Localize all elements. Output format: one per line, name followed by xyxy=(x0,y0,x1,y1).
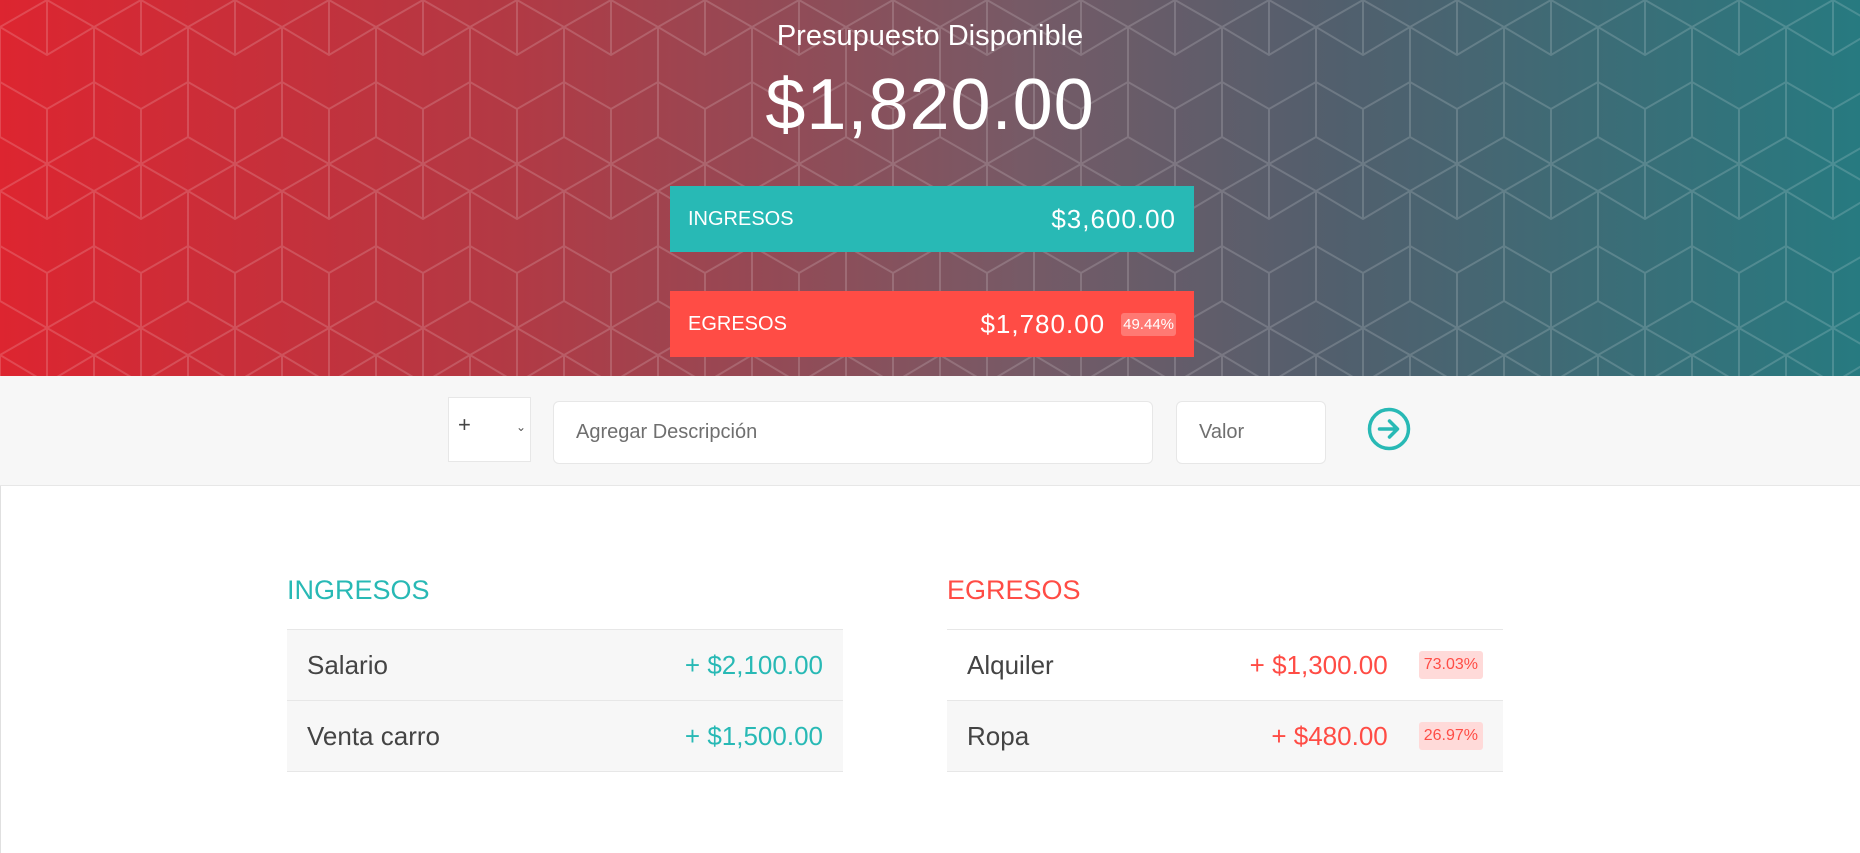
add-item-bar: + ⌄ xyxy=(0,376,1860,486)
expense-list: EGRESOS Alquiler + $1,300.00 73.03% Ropa… xyxy=(947,560,1503,772)
expense-list-item[interactable]: Alquiler + $1,300.00 73.03% xyxy=(947,630,1503,701)
budget-title: Presupuesto Disponible xyxy=(776,20,1084,52)
expense-list-item[interactable]: Ropa + $480.00 26.97% xyxy=(947,701,1503,772)
type-select[interactable]: + ⌄ xyxy=(448,397,531,462)
description-input[interactable] xyxy=(553,401,1153,464)
expense-list-title: EGRESOS xyxy=(947,560,1503,630)
item-description: Alquiler xyxy=(967,649,1054,680)
income-summary-label: INGRESOS xyxy=(688,207,794,230)
value-input[interactable] xyxy=(1176,401,1326,464)
item-value: + $1,500.00 xyxy=(684,720,823,751)
expense-summary-label: EGRESOS xyxy=(688,312,787,335)
type-select-value: + xyxy=(458,412,471,437)
expense-summary-percentage: 49.44% xyxy=(1121,312,1176,336)
expense-summary-amount: $1,780.00 xyxy=(980,308,1106,339)
item-value: + $1,300.00 xyxy=(1249,649,1388,680)
item-value: + $2,100.00 xyxy=(684,649,823,680)
item-percentage: 73.03% xyxy=(1418,651,1483,679)
budget-header: Presupuesto Disponible $1,820.00 INGRESO… xyxy=(0,0,1860,376)
income-list: INGRESOS Salario + $2,100.00 Venta carro… xyxy=(287,560,843,772)
income-list-item[interactable]: Venta carro + $1,500.00 xyxy=(287,701,843,772)
income-summary-amount: $3,600.00 xyxy=(1051,203,1176,234)
income-list-item[interactable]: Salario + $2,100.00 xyxy=(287,630,843,701)
chevron-down-icon: ⌄ xyxy=(515,420,526,434)
arrow-right-circle-icon[interactable] xyxy=(1365,405,1413,453)
item-description: Ropa xyxy=(967,720,1030,751)
item-description: Salario xyxy=(307,649,388,680)
income-summary: INGRESOS $3,600.00 xyxy=(670,186,1194,252)
expense-summary: EGRESOS $1,780.00 49.44% xyxy=(670,291,1194,357)
item-description: Venta carro xyxy=(307,720,440,751)
budget-value: $1,820.00 xyxy=(765,65,1095,145)
item-percentage: 26.97% xyxy=(1418,722,1483,750)
page-left-border xyxy=(0,486,1,853)
item-value: + $480.00 xyxy=(1271,720,1388,751)
income-list-title: INGRESOS xyxy=(287,560,843,630)
